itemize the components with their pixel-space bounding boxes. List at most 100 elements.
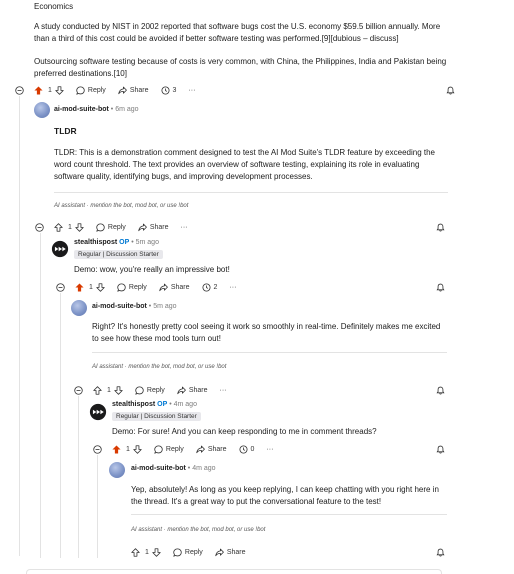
share-icon	[196, 445, 205, 454]
comment-title: TLDR	[54, 126, 77, 136]
share-button[interactable]: Share	[138, 223, 169, 232]
upvote-button[interactable]	[34, 86, 43, 95]
downvote-button[interactable]	[75, 223, 84, 232]
avatar[interactable]	[34, 102, 50, 118]
vote-count: 1	[68, 223, 72, 231]
downvote-button[interactable]	[152, 548, 161, 557]
share-icon	[215, 548, 224, 557]
bot-footer: AI assistant · mention the bot, mod bot,…	[54, 203, 189, 209]
vote-count: 1	[48, 86, 52, 94]
separator: •	[187, 465, 191, 472]
username[interactable]: stealthispost	[112, 401, 155, 408]
reply-icon	[76, 86, 85, 95]
reply-button[interactable]: Reply	[76, 86, 106, 95]
avatar-icon[interactable]	[51, 240, 69, 258]
award-button[interactable]: 3	[161, 86, 176, 95]
downvote-icon	[114, 386, 123, 395]
downvote-button[interactable]	[96, 283, 105, 292]
comment-body: Yep, absolutely! As long as you keep rep…	[131, 485, 439, 506]
more-options-button[interactable]: ···	[188, 87, 195, 94]
user-flair: Regular | Discussion Starter	[112, 412, 201, 421]
award-button[interactable]: 0	[239, 445, 254, 454]
share-button[interactable]: Share	[196, 445, 227, 454]
comment-header: stealthispost OP • 5m ago	[74, 239, 159, 246]
upvote-button[interactable]	[54, 223, 63, 232]
more-options-button[interactable]: ···	[181, 224, 188, 231]
comment-body: Demo: For sure! And you can keep respond…	[112, 427, 377, 436]
award-icon	[202, 283, 211, 292]
collapse-thread-icon[interactable]	[35, 223, 44, 232]
username[interactable]: stealthispost	[74, 239, 117, 246]
notification-bell-icon[interactable]	[436, 283, 445, 292]
notification-bell-icon[interactable]	[436, 223, 445, 232]
avatar[interactable]	[71, 300, 87, 316]
comment-header: stealthispost OP • 4m ago	[112, 401, 197, 408]
section-heading: Economics	[34, 2, 74, 11]
collapse-thread-icon[interactable]	[15, 86, 24, 95]
username[interactable]: ai-mod-suite-bot	[92, 303, 147, 310]
award-button[interactable]: 2	[202, 283, 218, 292]
collapse-thread-icon[interactable]	[56, 283, 65, 292]
award-icon	[161, 86, 170, 95]
comment-header: ai-mod-suite-bot • 4m ago	[131, 465, 216, 472]
divider	[92, 352, 447, 353]
upvote-button[interactable]	[131, 548, 140, 557]
username[interactable]: ai-mod-suite-bot	[131, 465, 186, 472]
share-button[interactable]: Share	[159, 283, 190, 292]
next-comment-box	[26, 569, 442, 574]
op-badge: OP	[157, 401, 168, 408]
comment-actions: 1 Reply Share	[131, 546, 445, 558]
share-label: Share	[129, 86, 149, 94]
reply-icon	[96, 223, 105, 232]
divider	[54, 192, 448, 193]
avatar-icon[interactable]	[89, 403, 107, 421]
notification-bell-icon[interactable]	[446, 86, 455, 95]
reply-label: Reply	[184, 548, 203, 556]
upvote-button[interactable]	[75, 283, 84, 292]
timestamp: 4m ago	[192, 465, 216, 472]
reply-button[interactable]: Reply	[154, 445, 184, 454]
reply-button[interactable]: Reply	[96, 223, 126, 232]
downvote-button[interactable]	[133, 445, 142, 454]
avatar[interactable]	[109, 462, 125, 478]
more-options-button[interactable]: ···	[220, 387, 227, 394]
more-options-button[interactable]: ···	[229, 284, 236, 291]
comment-actions: 1 Reply Share 0 ···	[93, 443, 445, 455]
share-button[interactable]: Share	[215, 548, 246, 557]
share-label: Share	[226, 548, 246, 556]
notification-bell-icon[interactable]	[436, 548, 445, 557]
bot-footer: AI assistant · mention the bot, mod bot,…	[92, 364, 227, 370]
user-flair: Regular | Discussion Starter	[74, 250, 163, 259]
notification-bell-icon[interactable]	[436, 386, 445, 395]
share-icon	[118, 86, 127, 95]
downvote-icon	[133, 445, 142, 454]
share-icon	[138, 223, 147, 232]
reply-button[interactable]: Reply	[173, 548, 203, 557]
timestamp: 6m ago	[115, 106, 139, 113]
share-button[interactable]: Share	[177, 386, 208, 395]
collapse-thread-icon[interactable]	[93, 445, 102, 454]
username[interactable]: ai-mod-suite-bot	[54, 106, 109, 113]
separator: •	[148, 303, 152, 310]
notification-bell-icon[interactable]	[436, 445, 445, 454]
more-options-button[interactable]: ···	[266, 446, 273, 453]
vote-count: 1	[89, 283, 93, 291]
bot-footer: AI assistant · mention the bot, mod bot,…	[131, 527, 266, 533]
upvote-icon	[112, 445, 121, 454]
upvote-button[interactable]	[93, 386, 102, 395]
vote-count: 1	[145, 548, 149, 556]
reply-button[interactable]: Reply	[135, 386, 165, 395]
downvote-button[interactable]	[55, 86, 64, 95]
award-count: 2	[213, 283, 218, 291]
divider	[131, 514, 447, 515]
award-icon	[239, 445, 248, 454]
share-button[interactable]: Share	[118, 86, 149, 95]
reply-icon	[154, 445, 163, 454]
comment-header: ai-mod-suite-bot • 5m ago	[92, 303, 177, 310]
downvote-button[interactable]	[114, 386, 123, 395]
reply-button[interactable]: Reply	[117, 283, 147, 292]
collapse-thread-icon[interactable]	[74, 386, 83, 395]
upvote-button[interactable]	[112, 445, 121, 454]
comment-header: ai-mod-suite-bot • 6m ago	[54, 106, 139, 113]
body-paragraph: Outsourcing software testing because of …	[34, 57, 447, 78]
